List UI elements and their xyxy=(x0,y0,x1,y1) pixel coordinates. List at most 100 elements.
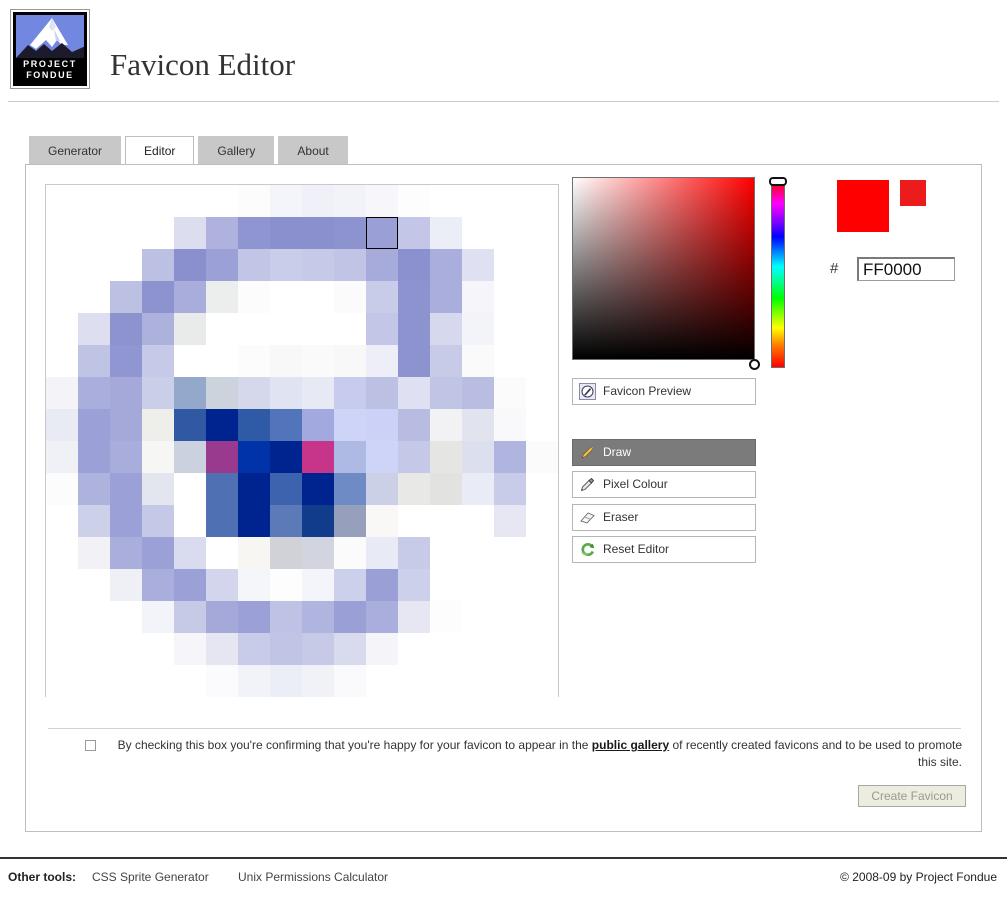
canvas-pixel[interactable] xyxy=(142,601,174,633)
canvas-pixel[interactable] xyxy=(302,217,334,249)
canvas-pixel[interactable] xyxy=(110,377,142,409)
canvas-pixel[interactable] xyxy=(526,249,558,281)
canvas-pixel[interactable] xyxy=(238,473,270,505)
canvas-pixel[interactable] xyxy=(110,185,142,217)
canvas-pixel[interactable] xyxy=(174,441,206,473)
canvas-pixel[interactable] xyxy=(46,409,78,441)
canvas-pixel[interactable] xyxy=(174,281,206,313)
canvas-pixel[interactable] xyxy=(270,441,302,473)
canvas-pixel[interactable] xyxy=(430,441,462,473)
canvas-pixel[interactable] xyxy=(142,377,174,409)
canvas-pixel[interactable] xyxy=(238,377,270,409)
canvas-pixel[interactable] xyxy=(462,345,494,377)
reset-editor-button[interactable]: Reset Editor xyxy=(572,536,756,563)
canvas-pixel[interactable] xyxy=(78,633,110,665)
canvas-pixel[interactable] xyxy=(302,633,334,665)
canvas-pixel[interactable] xyxy=(46,377,78,409)
canvas-pixel[interactable] xyxy=(302,249,334,281)
hue-slider-handle[interactable] xyxy=(769,177,787,186)
canvas-pixel[interactable] xyxy=(142,409,174,441)
canvas-pixel[interactable] xyxy=(494,601,526,633)
canvas-pixel[interactable] xyxy=(398,281,430,313)
canvas-pixel[interactable] xyxy=(494,441,526,473)
canvas-pixel[interactable] xyxy=(302,185,334,217)
canvas-pixel[interactable] xyxy=(526,569,558,601)
canvas-pixel[interactable] xyxy=(238,569,270,601)
canvas-pixel[interactable] xyxy=(78,377,110,409)
canvas-pixel[interactable] xyxy=(334,185,366,217)
canvas-pixel[interactable] xyxy=(174,185,206,217)
canvas-pixel[interactable] xyxy=(494,217,526,249)
canvas-pixel[interactable] xyxy=(366,409,398,441)
canvas-pixel[interactable] xyxy=(110,217,142,249)
canvas-pixel[interactable] xyxy=(526,217,558,249)
canvas-pixel[interactable] xyxy=(110,505,142,537)
canvas-pixel[interactable] xyxy=(238,345,270,377)
canvas-pixel[interactable] xyxy=(366,601,398,633)
tab-editor[interactable]: Editor xyxy=(125,136,195,166)
canvas-pixel[interactable] xyxy=(110,537,142,569)
canvas-pixel[interactable] xyxy=(430,313,462,345)
canvas-pixel[interactable] xyxy=(526,633,558,665)
canvas-pixel[interactable] xyxy=(494,409,526,441)
canvas-pixel[interactable] xyxy=(46,345,78,377)
canvas-pixel[interactable] xyxy=(494,313,526,345)
canvas-pixel[interactable] xyxy=(430,569,462,601)
canvas-pixel[interactable] xyxy=(526,409,558,441)
canvas-pixel[interactable] xyxy=(302,537,334,569)
gallery-confirm-checkbox[interactable] xyxy=(85,740,96,751)
canvas-pixel[interactable] xyxy=(78,537,110,569)
canvas-pixel[interactable] xyxy=(238,217,270,249)
canvas-pixel[interactable] xyxy=(462,281,494,313)
canvas-pixel[interactable] xyxy=(142,345,174,377)
canvas-pixel[interactable] xyxy=(302,505,334,537)
canvas-pixel[interactable] xyxy=(142,313,174,345)
canvas-pixel[interactable] xyxy=(526,473,558,505)
canvas-pixel[interactable] xyxy=(46,569,78,601)
canvas-pixel[interactable] xyxy=(238,249,270,281)
canvas-pixel[interactable] xyxy=(398,569,430,601)
canvas-pixel[interactable] xyxy=(398,377,430,409)
css-sprite-generator-link[interactable]: CSS Sprite Generator xyxy=(92,870,209,884)
canvas-pixel[interactable] xyxy=(462,313,494,345)
canvas-pixel[interactable] xyxy=(270,409,302,441)
canvas-pixel[interactable] xyxy=(206,473,238,505)
canvas-pixel[interactable] xyxy=(270,217,302,249)
pixel-colour-tool-button[interactable]: Pixel Colour xyxy=(572,471,756,498)
canvas-pixel[interactable] xyxy=(206,345,238,377)
canvas-pixel[interactable] xyxy=(302,377,334,409)
canvas-pixel[interactable] xyxy=(334,569,366,601)
canvas-pixel[interactable] xyxy=(494,537,526,569)
canvas-pixel[interactable] xyxy=(206,441,238,473)
canvas-pixel[interactable] xyxy=(366,537,398,569)
canvas-pixel[interactable] xyxy=(46,185,78,217)
canvas-pixel[interactable] xyxy=(334,281,366,313)
canvas-pixel[interactable] xyxy=(270,601,302,633)
canvas-pixel[interactable] xyxy=(78,409,110,441)
canvas-pixel[interactable] xyxy=(174,633,206,665)
canvas-pixel[interactable] xyxy=(206,633,238,665)
canvas-pixel[interactable] xyxy=(46,601,78,633)
canvas-pixel[interactable] xyxy=(302,665,334,697)
canvas-pixel[interactable] xyxy=(46,249,78,281)
canvas-pixel[interactable] xyxy=(494,281,526,313)
canvas-pixel[interactable] xyxy=(366,185,398,217)
canvas-pixel[interactable] xyxy=(270,281,302,313)
canvas-pixel[interactable] xyxy=(174,217,206,249)
canvas-pixel[interactable] xyxy=(462,665,494,697)
canvas-pixel[interactable] xyxy=(206,249,238,281)
canvas-pixel[interactable] xyxy=(174,665,206,697)
canvas-pixel[interactable] xyxy=(462,217,494,249)
canvas-pixel[interactable] xyxy=(174,409,206,441)
canvas-pixel[interactable] xyxy=(398,473,430,505)
hue-slider[interactable] xyxy=(771,180,785,368)
canvas-pixel[interactable] xyxy=(46,473,78,505)
canvas-pixel[interactable] xyxy=(238,505,270,537)
canvas-pixel[interactable] xyxy=(334,601,366,633)
canvas-pixel[interactable] xyxy=(366,313,398,345)
canvas-pixel[interactable] xyxy=(334,217,366,249)
canvas-pixel[interactable] xyxy=(238,409,270,441)
canvas-pixel[interactable] xyxy=(462,569,494,601)
canvas-pixel[interactable] xyxy=(174,473,206,505)
canvas-pixel[interactable] xyxy=(142,569,174,601)
